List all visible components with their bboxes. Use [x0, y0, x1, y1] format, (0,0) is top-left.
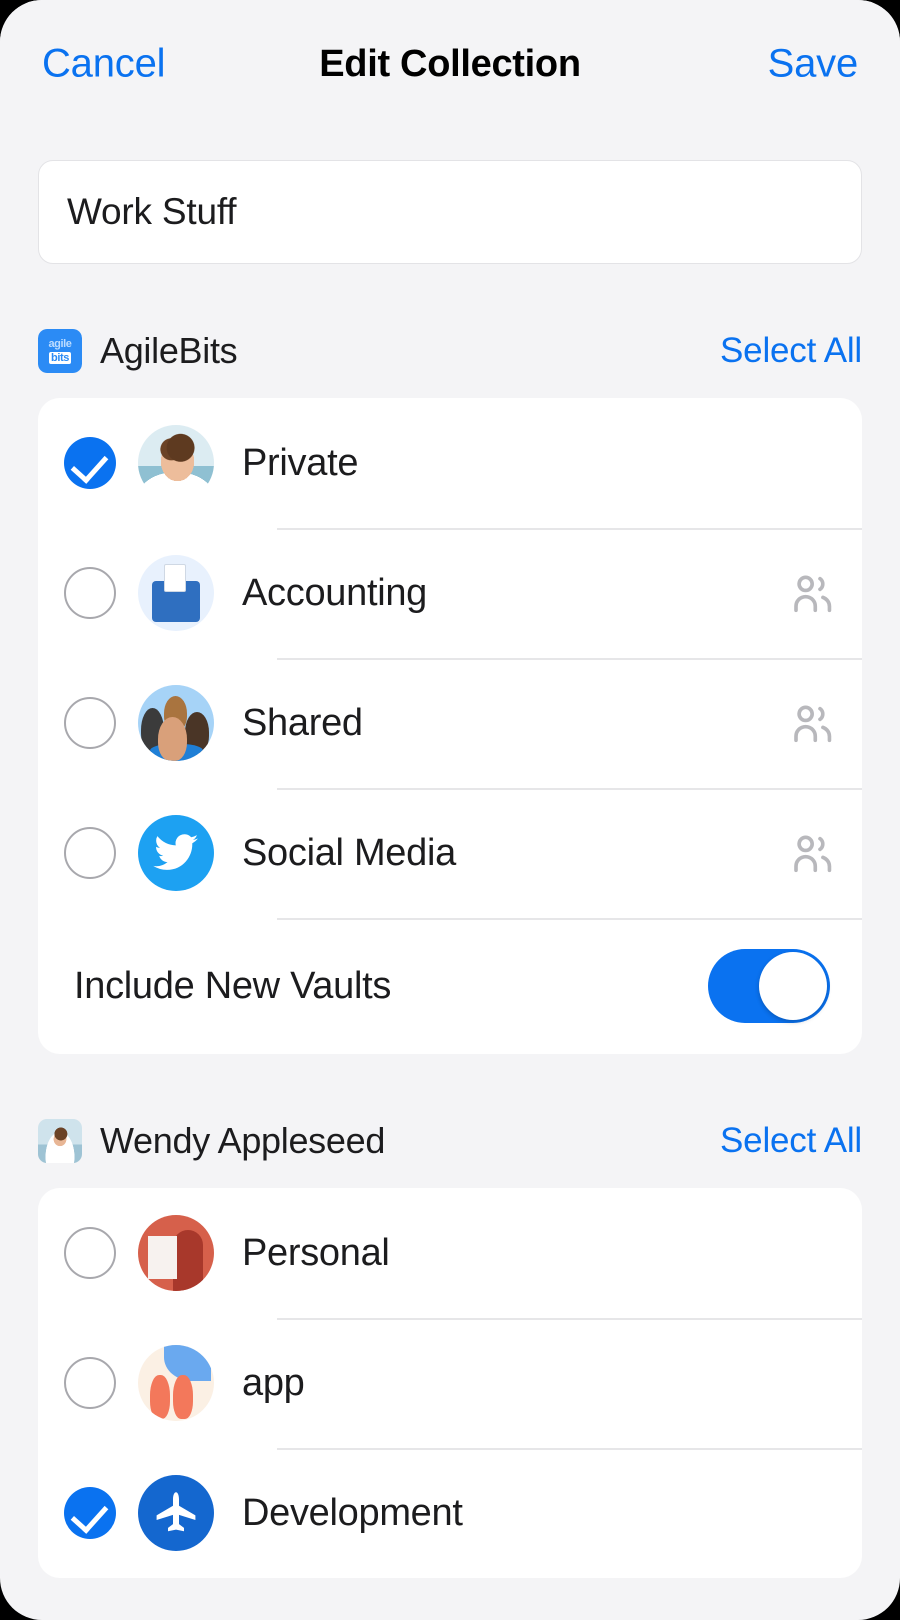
agilebits-logo-bottom-text: bits — [49, 351, 71, 364]
vault-label-development: Development — [242, 1491, 463, 1534]
woman-photo-avatar-icon — [138, 425, 214, 501]
vault-row-social-media[interactable]: Social Media — [38, 788, 862, 918]
page-title: Edit Collection — [319, 42, 581, 85]
select-all-agilebits[interactable]: Select All — [720, 331, 862, 371]
select-all-wendy-appleseed[interactable]: Select All — [720, 1121, 862, 1161]
section-title-wendy-appleseed: Wendy Appleseed — [100, 1120, 386, 1161]
collection-name-field-wrapper — [0, 128, 900, 264]
calculator-receipt-avatar-icon — [138, 555, 214, 631]
vault-row-accounting[interactable]: Accounting — [38, 528, 862, 658]
section-header-agilebits: agile bits AgileBits Select All — [0, 322, 900, 380]
checkbox-private[interactable] — [64, 437, 116, 489]
agilebits-logo-icon: agile bits — [38, 329, 82, 373]
checkbox-shared[interactable] — [64, 697, 116, 749]
shared-people-icon — [794, 835, 832, 873]
vault-label-social-media: Social Media — [242, 831, 456, 874]
vault-list-wendy-appleseed: Personal app Development — [38, 1188, 862, 1578]
checkbox-social-media[interactable] — [64, 827, 116, 879]
include-new-vaults-toggle[interactable] — [708, 949, 830, 1023]
section-title-agilebits: AgileBits — [100, 330, 238, 371]
shared-people-icon — [794, 705, 832, 743]
shared-people-icon — [794, 575, 832, 613]
checkbox-personal[interactable] — [64, 1227, 116, 1279]
vault-label-personal: Personal — [242, 1231, 390, 1274]
vault-row-app[interactable]: app — [38, 1318, 862, 1448]
vault-row-development[interactable]: Development — [38, 1448, 862, 1578]
wendy-photo-thumbnail-icon — [38, 1119, 82, 1163]
vault-row-shared[interactable]: Shared — [38, 658, 862, 788]
vault-row-private[interactable]: Private — [38, 398, 862, 528]
checkbox-development[interactable] — [64, 1487, 116, 1539]
vault-list-agilebits: Private Accounting Shared Social Media I… — [38, 398, 862, 1054]
airplane-avatar-icon — [138, 1475, 214, 1551]
section-header-wendy-appleseed: Wendy Appleseed Select All — [0, 1112, 900, 1170]
group-of-people-avatar-icon — [138, 685, 214, 761]
vault-row-personal[interactable]: Personal — [38, 1188, 862, 1318]
include-new-vaults-label: Include New Vaults — [74, 964, 392, 1007]
vault-label-accounting: Accounting — [242, 571, 428, 614]
agilebits-logo-top-text: agile — [48, 337, 72, 350]
save-button[interactable]: Save — [764, 36, 862, 93]
vault-label-app: app — [242, 1361, 305, 1404]
navigation-bar: Cancel Edit Collection Save — [0, 0, 900, 128]
red-brick-house-avatar-icon — [138, 1215, 214, 1291]
app-screen: Cancel Edit Collection Save agile bits A… — [0, 0, 900, 1620]
cancel-button[interactable]: Cancel — [38, 36, 169, 93]
include-new-vaults-row: Include New Vaults — [38, 918, 862, 1054]
checkbox-app[interactable] — [64, 1357, 116, 1409]
toggle-knob — [759, 952, 827, 1020]
vault-label-private: Private — [242, 441, 359, 484]
checkbox-accounting[interactable] — [64, 567, 116, 619]
collection-name-input[interactable] — [38, 160, 862, 264]
sandals-avatar-icon — [138, 1345, 214, 1421]
twitter-bird-avatar-icon — [138, 815, 214, 891]
vault-label-shared: Shared — [242, 701, 363, 744]
